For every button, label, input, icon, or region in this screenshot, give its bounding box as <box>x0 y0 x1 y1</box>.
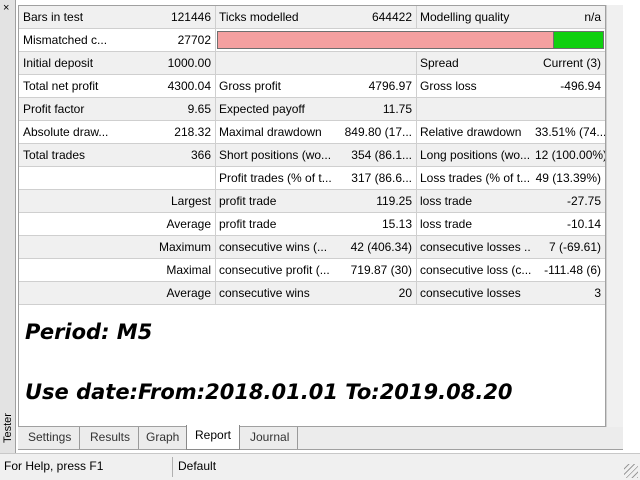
short-positions-value: 354 (86.1... <box>351 148 412 162</box>
modelling-quality-label: Modelling quality <box>420 10 510 24</box>
row-caption-maximal: Maximal <box>166 263 211 277</box>
status-bar: For Help, press F1 Default <box>0 453 640 480</box>
row-caption-average-consecutive: Average <box>166 286 211 300</box>
report-row: Profit factor 9.65 Expected payoff 11.75 <box>19 98 605 121</box>
average-consecutive-wins-label: consecutive wins <box>219 286 310 300</box>
initial-deposit-value: 1000.00 <box>167 56 211 70</box>
average-profit-trade-label: profit trade <box>219 217 277 231</box>
report-row: Average consecutive wins 20 consecutive … <box>19 282 605 305</box>
tab-report[interactable]: Report <box>186 425 241 450</box>
expected-payoff-label: Expected payoff <box>219 102 305 116</box>
tester-side-panel: × Tester <box>0 0 16 453</box>
modelling-quality-bar <box>217 31 604 49</box>
maximal-drawdown-label: Maximal drawdown <box>219 125 322 139</box>
profit-factor-value: 9.65 <box>187 102 211 116</box>
gross-profit-label: Gross profit <box>219 79 282 93</box>
mismatched-value: 27702 <box>177 33 211 47</box>
row-caption-maximum: Maximum <box>158 240 211 254</box>
close-icon[interactable]: × <box>3 3 9 14</box>
report-row: Bars in test 121446 Ticks modelled 64442… <box>19 6 605 29</box>
long-positions-value: 12 (100.00%) <box>535 148 605 162</box>
largest-profit-trade-label: profit trade <box>219 194 277 208</box>
initial-deposit-label: Initial deposit <box>23 56 94 70</box>
resize-grip-icon[interactable] <box>624 464 638 478</box>
tab-journal[interactable]: Journal <box>242 427 299 449</box>
report-row: Maximum consecutive wins (... 42 (406.34… <box>19 236 605 259</box>
gross-loss-label: Gross loss <box>420 79 477 93</box>
modelling-quality-value: n/a <box>584 10 601 24</box>
period-overlay-text: Period: M5 <box>25 320 153 344</box>
largest-profit-trade-value: 119.25 <box>376 194 412 208</box>
tester-tab-bar: Settings Results Graph Report Journal <box>18 425 623 450</box>
average-loss-trade-label: loss trade <box>420 217 473 231</box>
average-consecutive-wins-value: 20 <box>398 286 412 300</box>
expected-payoff-value: 11.75 <box>382 102 412 116</box>
average-profit-trade-value: 15.13 <box>381 217 412 231</box>
average-loss-trade-value: -10.14 <box>566 217 601 231</box>
report-panel: Bars in test 121446 Ticks modelled 64442… <box>18 5 606 427</box>
bars-in-test-value: 121446 <box>170 10 211 24</box>
absolute-drawdown-value: 218.32 <box>174 125 211 139</box>
average-consecutive-losses-value: 3 <box>594 286 601 300</box>
total-trades-label: Total trades <box>23 148 86 162</box>
average-consecutive-losses-label: consecutive losses <box>420 286 521 300</box>
max-consecutive-wins-label: consecutive wins (... <box>219 240 328 254</box>
report-row: Total trades 366 Short positions (wo... … <box>19 144 605 167</box>
largest-loss-trade-value: -27.75 <box>566 194 601 208</box>
report-row: Average profit trade 15.13 loss trade -1… <box>19 213 605 236</box>
relative-drawdown-label: Relative drawdown <box>420 125 522 139</box>
maximal-consecutive-loss-label: consecutive loss (c... <box>420 263 531 277</box>
tab-graph[interactable]: Graph <box>138 427 189 449</box>
report-row: Absolute draw... 218.32 Maximal drawdown… <box>19 121 605 144</box>
relative-drawdown-value: 33.51% (74... <box>535 125 605 139</box>
absolute-drawdown-label: Absolute draw... <box>23 125 109 139</box>
max-consecutive-losses-value: 7 (-69.61) <box>548 240 601 254</box>
spread-value: Current (3) <box>542 56 601 70</box>
gross-loss-value: -496.94 <box>560 79 601 93</box>
report-row: Largest profit trade 119.25 loss trade -… <box>19 190 605 213</box>
gross-profit-value: 4796.97 <box>368 79 412 93</box>
report-row: Initial deposit 1000.00 Spread Current (… <box>19 52 605 75</box>
vertical-scrollbar[interactable] <box>606 5 623 427</box>
total-trades-value: 366 <box>190 148 211 162</box>
row-caption-largest: Largest <box>170 194 211 208</box>
use-date-overlay-text: Use date:From:2018.01.01 To:2019.08.20 <box>25 380 513 404</box>
status-help-text: For Help, press F1 <box>4 459 104 473</box>
modelling-quality-bar-green <box>552 32 603 48</box>
largest-loss-trade-label: loss trade <box>420 194 473 208</box>
tab-results[interactable]: Results <box>82 427 140 449</box>
profit-trades-label: Profit trades (% of t... <box>219 171 332 185</box>
maximal-drawdown-value: 849.80 (17... <box>344 125 412 139</box>
loss-trades-label: Loss trades (% of t... <box>420 171 531 185</box>
status-profile-text: Default <box>178 459 217 473</box>
total-net-profit-value: 4300.04 <box>167 79 211 93</box>
mismatched-label: Mismatched c... <box>23 33 108 47</box>
ticks-modelled-label: Ticks modelled <box>219 10 299 24</box>
report-row: Mismatched c... 27702 <box>19 29 605 52</box>
tester-label: Tester <box>2 413 14 443</box>
bars-in-test-label: Bars in test <box>23 10 84 24</box>
maximal-consecutive-profit-label: consecutive profit (... <box>219 263 330 277</box>
loss-trades-value: 49 (13.39%) <box>535 171 601 185</box>
profit-trades-value: 317 (86.6... <box>351 171 412 185</box>
report-row: Total net profit 4300.04 Gross profit 47… <box>19 75 605 98</box>
short-positions-label: Short positions (wo... <box>219 148 332 162</box>
max-consecutive-losses-label: consecutive losses ... <box>420 240 531 254</box>
max-consecutive-wins-value: 42 (406.34) <box>350 240 412 254</box>
spread-label: Spread <box>420 56 459 70</box>
maximal-consecutive-loss-value: -111.48 (6) <box>544 263 601 277</box>
maximal-consecutive-profit-value: 719.87 (30) <box>350 263 412 277</box>
row-caption-average: Average <box>166 217 211 231</box>
report-row: Profit trades (% of t... 317 (86.6... Lo… <box>19 167 605 190</box>
row-caption <box>19 167 215 189</box>
ticks-modelled-value: 644422 <box>371 10 412 24</box>
report-row: Maximal consecutive profit (... 719.87 (… <box>19 259 605 282</box>
total-net-profit-label: Total net profit <box>23 79 99 93</box>
long-positions-label: Long positions (wo... <box>420 148 531 162</box>
tab-settings[interactable]: Settings <box>20 427 81 449</box>
profit-factor-label: Profit factor <box>23 102 85 116</box>
